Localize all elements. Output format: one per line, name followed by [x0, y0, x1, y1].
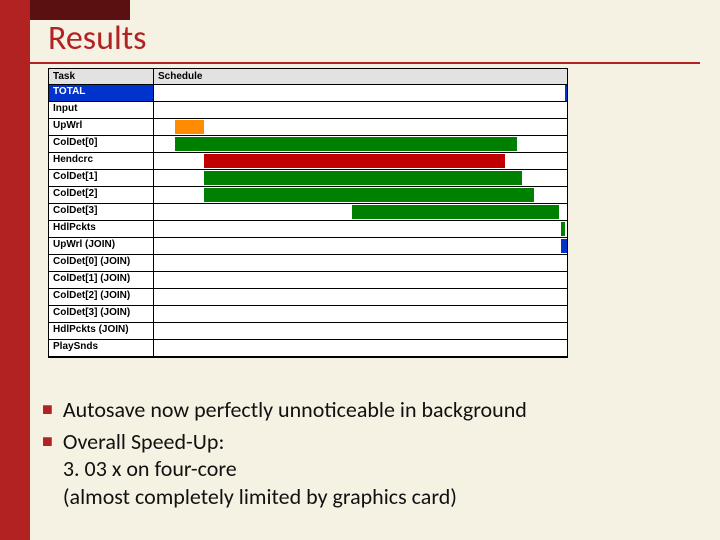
chart-header: Task Schedule: [49, 69, 567, 85]
row-bars: [154, 238, 567, 254]
gantt-bar: [204, 171, 522, 185]
sidebar-accent: [0, 0, 30, 540]
row-label: ColDet[3] (JOIN): [49, 306, 154, 322]
gantt-bar: [561, 222, 565, 236]
row-label: ColDet[1] (JOIN): [49, 272, 154, 288]
row-bars: [154, 272, 567, 288]
row-bars: [154, 102, 567, 118]
bullet-icon: ■: [42, 396, 53, 424]
row-label: UpWrl: [49, 119, 154, 135]
row-label: HdlPckts (JOIN): [49, 323, 154, 339]
row-bars: [154, 204, 567, 220]
row-label: TOTAL: [49, 85, 154, 101]
header-schedule: Schedule: [154, 69, 567, 84]
bullet-item: ■ Autosave now perfectly unnoticeable in…: [42, 396, 702, 424]
bullet-text: Autosave now perfectly unnoticeable in b…: [63, 396, 527, 424]
row-label: ColDet[2] (JOIN): [49, 289, 154, 305]
row-bars: [154, 136, 567, 152]
gantt-bar: [204, 188, 534, 202]
bullet-icon: ■: [42, 428, 53, 511]
row-label: PlaySnds: [49, 340, 154, 356]
total-marker: [565, 85, 567, 101]
row-label: HdlPckts: [49, 221, 154, 237]
table-row: HdlPckts: [49, 221, 567, 238]
table-row: ColDet[0]: [49, 136, 567, 153]
row-label: Hendcrc: [49, 153, 154, 169]
table-row: Input: [49, 102, 567, 119]
table-row: Hendcrc: [49, 153, 567, 170]
bullet-item: ■ Overall Speed-Up: 3. 03 x on four-core…: [42, 428, 702, 511]
row-label: ColDet[0]: [49, 136, 154, 152]
gantt-chart: Task Schedule TOTALInputUpWrlColDet[0]He…: [48, 68, 568, 358]
title-cap: [30, 0, 130, 20]
table-row: ColDet[1]: [49, 170, 567, 187]
table-row: ColDet[1] (JOIN): [49, 272, 567, 289]
title-divider: [30, 62, 700, 64]
table-row: UpWrl: [49, 119, 567, 136]
bullet-text: Overall Speed-Up: 3. 03 x on four-core (…: [63, 428, 457, 511]
row-label: ColDet[2]: [49, 187, 154, 203]
table-row: ColDet[2] (JOIN): [49, 289, 567, 306]
table-row: ColDet[3] (JOIN): [49, 306, 567, 323]
table-row: ColDet[2]: [49, 187, 567, 204]
gantt-bar: [175, 120, 204, 134]
row-label: Input: [49, 102, 154, 118]
gantt-bar: [175, 137, 518, 151]
row-label: ColDet[1]: [49, 170, 154, 186]
row-bars: [154, 306, 567, 322]
slide-title: Results: [48, 18, 146, 59]
row-label: UpWrl (JOIN): [49, 238, 154, 254]
bullet-list: ■ Autosave now perfectly unnoticeable in…: [42, 396, 702, 514]
header-task: Task: [49, 69, 154, 84]
row-bars: [154, 85, 567, 101]
table-row: ColDet[3]: [49, 204, 567, 221]
row-bars: [154, 153, 567, 169]
row-label: ColDet[0] (JOIN): [49, 255, 154, 271]
table-row: UpWrl (JOIN): [49, 238, 567, 255]
table-row: PlaySnds: [49, 340, 567, 357]
table-row: ColDet[0] (JOIN): [49, 255, 567, 272]
row-bars: [154, 119, 567, 135]
gantt-bar: [352, 205, 559, 219]
row-bars: [154, 323, 567, 339]
table-row: TOTAL: [49, 85, 567, 102]
row-bars: [154, 221, 567, 237]
row-bars: [154, 170, 567, 186]
gantt-bar: [204, 154, 505, 168]
gantt-bar: [561, 239, 567, 253]
row-label: ColDet[3]: [49, 204, 154, 220]
row-bars: [154, 255, 567, 271]
row-bars: [154, 187, 567, 203]
row-bars: [154, 289, 567, 305]
row-bars: [154, 340, 567, 356]
table-row: HdlPckts (JOIN): [49, 323, 567, 340]
